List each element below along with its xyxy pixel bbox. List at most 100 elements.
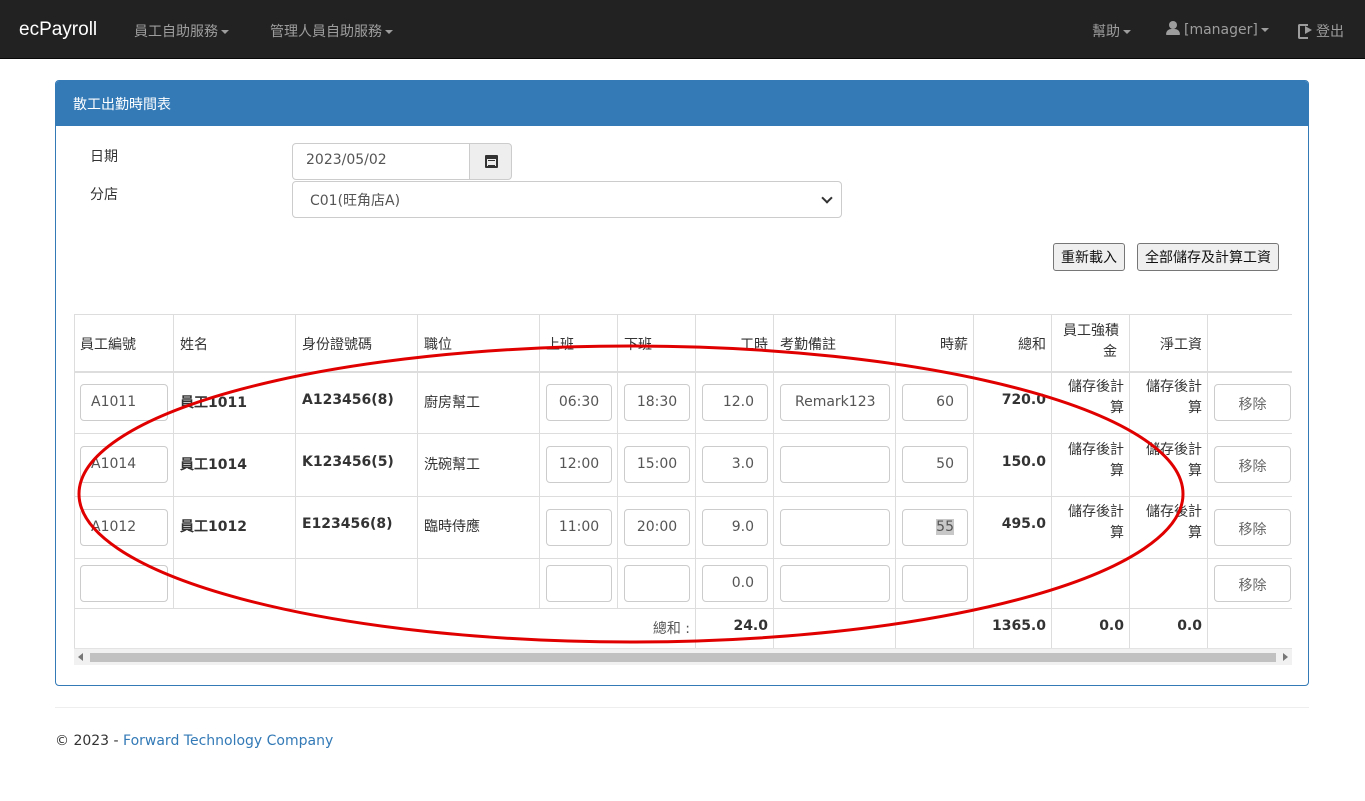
row3-total: 495.0: [1001, 516, 1046, 532]
save-all-button[interactable]: 全部儲存及計算工資: [1137, 243, 1279, 271]
header-net-pay: 淨工資: [1160, 337, 1202, 353]
scroll-left-arrow-icon[interactable]: [78, 653, 83, 661]
chevron-down-icon: [821, 192, 833, 204]
user-icon: [1166, 21, 1180, 35]
row3-net: 儲存後計算: [1130, 502, 1202, 544]
new-row-off-input[interactable]: [624, 565, 690, 602]
row3-hours-input[interactable]: 9.0: [702, 509, 768, 546]
scrollbar-thumb[interactable]: [90, 653, 1276, 662]
new-row-remark-input[interactable]: [780, 565, 890, 602]
row3-on-input[interactable]: 11:00: [546, 509, 612, 546]
row3-net-line1: 儲存後計: [1146, 504, 1202, 520]
row2-net: 儲存後計算: [1130, 440, 1202, 482]
caret-down-icon: [1260, 28, 1269, 32]
header-mpf-line1: 員工強積: [1063, 323, 1119, 339]
header-total: 總和: [1018, 337, 1046, 353]
row3-net-line2: 算: [1188, 525, 1202, 541]
nav-employee-self-service[interactable]: 員工自助服務: [134, 21, 229, 41]
footer: © 2023 - Forward Technology Company: [55, 733, 333, 749]
row1-remove-button[interactable]: 移除: [1214, 384, 1291, 421]
header-hours: 工時: [740, 337, 768, 353]
row-divider: [74, 371, 1292, 373]
row1-rate-input[interactable]: 60: [902, 384, 968, 421]
calendar-button[interactable]: [469, 143, 512, 180]
horizontal-scrollbar[interactable]: [74, 648, 1292, 665]
header-hourly-rate: 時薪: [940, 337, 968, 353]
row2-rate-input[interactable]: 50: [902, 446, 968, 483]
footer-divider: [55, 707, 1309, 708]
footer-copyright: © 2023 -: [55, 733, 124, 749]
row2-on-input[interactable]: 12:00: [546, 446, 612, 483]
nav-user-label: [manager]: [1184, 22, 1258, 38]
row1-remark-input[interactable]: Remark123: [780, 384, 890, 421]
row1-mpf-line2: 算: [1110, 400, 1124, 416]
row1-position: 廚房幫工: [424, 395, 480, 411]
row2-remark-input[interactable]: [780, 446, 890, 483]
attendance-table: 員工編號 姓名 身份證號碼 職位 上班 下班 工時 考勤備註 時薪 總和 員工強…: [74, 314, 1292, 666]
row2-net-line2: 算: [1188, 463, 1202, 479]
row1-emp-id-input[interactable]: A1011: [80, 384, 168, 421]
row1-net: 儲存後計算: [1130, 377, 1202, 419]
nav-user-menu[interactable]: [manager]: [1166, 21, 1269, 38]
nav-manager-self-service[interactable]: 管理人員自助服務: [270, 21, 393, 41]
scroll-right-arrow-icon[interactable]: [1283, 653, 1288, 661]
header-remark: 考勤備註: [780, 337, 836, 353]
row2-hours-input[interactable]: 3.0: [702, 446, 768, 483]
row1-off-input[interactable]: 18:30: [624, 384, 690, 421]
date-picker: 2023/05/02: [292, 143, 512, 180]
nav-help[interactable]: 幫助: [1092, 21, 1131, 41]
row1-name: 員工1011: [180, 395, 247, 411]
header-mpf-line2: 金: [1103, 344, 1117, 360]
header-name: 姓名: [180, 337, 208, 353]
new-row-hours-input[interactable]: 0.0: [702, 565, 768, 602]
row2-off-input[interactable]: 15:00: [624, 446, 690, 483]
row3-mpf-line2: 算: [1110, 525, 1124, 541]
row3-remark-input[interactable]: [780, 509, 890, 546]
row1-on-input[interactable]: 06:30: [546, 384, 612, 421]
new-row-rate-input[interactable]: [902, 565, 968, 602]
footer-company-link[interactable]: Forward Technology Company: [123, 733, 333, 749]
branch-label: 分店: [90, 187, 118, 203]
row3-id-no: E123456(8): [302, 516, 393, 532]
caret-down-icon: [385, 30, 393, 34]
date-label: 日期: [90, 149, 118, 165]
row2-emp-id-input[interactable]: A1014: [80, 446, 168, 483]
caret-down-icon: [1123, 30, 1131, 34]
brand-logo[interactable]: ecPayroll: [19, 19, 97, 41]
header-mpf: 員工強積 金: [1052, 321, 1130, 363]
row1-mpf: 儲存後計算: [1052, 377, 1124, 419]
top-navbar: ecPayroll 員工自助服務 管理人員自助服務 幫助 [manager] 登…: [0, 0, 1365, 59]
header-id-no: 身份證號碼: [302, 337, 372, 353]
branch-select[interactable]: C01(旺角店A): [292, 181, 842, 218]
timesheet-panel: 散工出勤時間表 日期 2023/05/02 分店 C01(旺角店A) 重新載入 …: [55, 80, 1309, 686]
row1-hours-input[interactable]: 12.0: [702, 384, 768, 421]
row-divider: [74, 558, 1292, 559]
header-off-duty: 下班: [624, 337, 652, 353]
caret-down-icon: [221, 30, 229, 34]
row3-remove-button[interactable]: 移除: [1214, 509, 1291, 546]
row3-rate-input[interactable]: 55: [902, 509, 968, 546]
row3-emp-id-input[interactable]: A1012: [80, 509, 168, 546]
row1-net-line1: 儲存後計: [1146, 379, 1202, 395]
row2-id-no: K123456(5): [302, 454, 394, 470]
totals-label: 總和 :: [652, 621, 690, 637]
new-row-remove-button[interactable]: 移除: [1214, 565, 1291, 602]
row3-position: 臨時侍應: [424, 519, 480, 535]
row2-mpf: 儲存後計算: [1052, 440, 1124, 482]
logout-icon: [1298, 24, 1313, 39]
new-row-on-input[interactable]: [546, 565, 612, 602]
panel-title: 散工出勤時間表: [56, 81, 1308, 126]
row2-name: 員工1014: [180, 457, 247, 473]
row2-remove-button[interactable]: 移除: [1214, 446, 1291, 483]
row3-rate-selected-text: 55: [936, 519, 954, 535]
reload-button[interactable]: 重新載入: [1053, 243, 1125, 271]
row2-mpf-line2: 算: [1110, 463, 1124, 479]
row3-off-input[interactable]: 20:00: [624, 509, 690, 546]
row3-name: 員工1012: [180, 519, 247, 535]
row-divider: [74, 433, 1292, 434]
date-input[interactable]: 2023/05/02: [292, 143, 470, 180]
new-row-emp-id-input[interactable]: [80, 565, 168, 602]
row-divider: [74, 496, 1292, 497]
nav-logout[interactable]: 登出: [1298, 21, 1344, 41]
header-on-duty: 上班: [546, 337, 574, 353]
